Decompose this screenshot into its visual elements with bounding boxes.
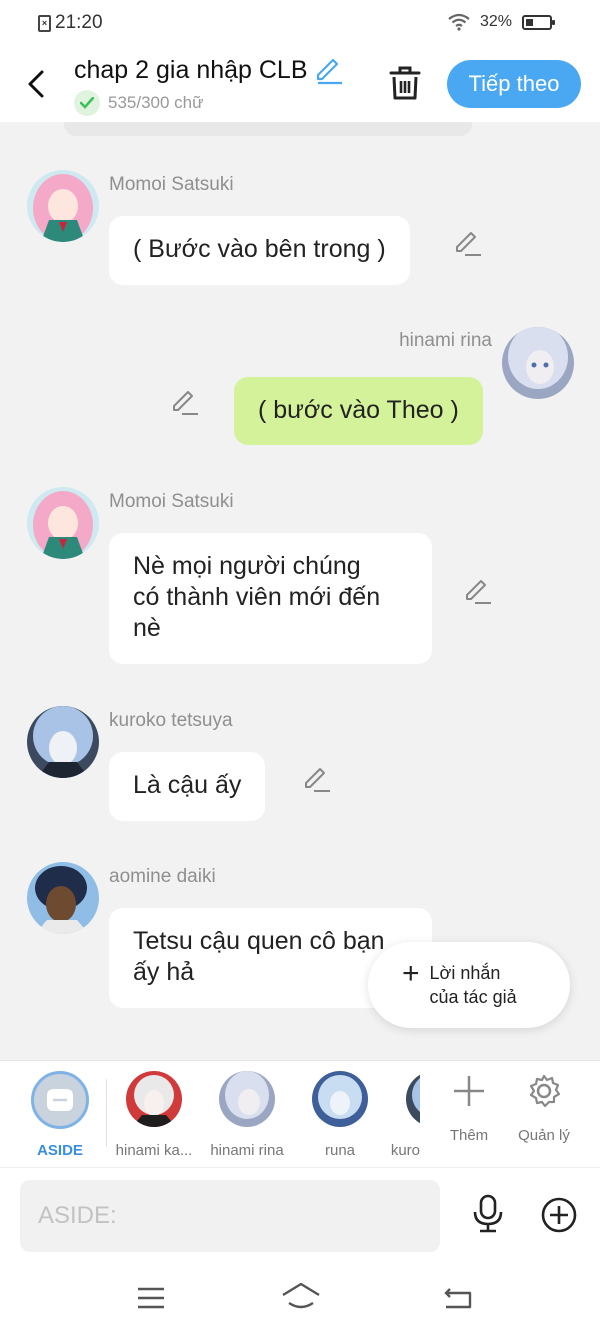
aside-icon (31, 1071, 89, 1129)
character-label: kuro (390, 1142, 420, 1159)
character-hinami-ka[interactable]: hinami ka... (114, 1071, 194, 1159)
sender-name: aomine daiki (109, 866, 216, 887)
battery-icon (522, 14, 555, 30)
chapter-title-row[interactable]: chap 2 gia nhập CLB (74, 56, 344, 85)
message-bubble[interactable]: Nè mọi người chúng có thành viên mới đến… (109, 533, 432, 664)
sender-name: kuroko tetsuya (109, 710, 233, 731)
character-label: hinami ka... (115, 1142, 193, 1159)
character-runa[interactable]: runa (300, 1071, 380, 1159)
status-time: 21:20 (55, 12, 103, 33)
word-count: 535/300 chữ (108, 93, 204, 112)
header: chap 2 gia nhập CLB 535/300 chữ Tiếp the… (0, 48, 600, 122)
character-avatar (126, 1071, 182, 1127)
plus-icon: + (402, 957, 420, 990)
author-note-line: của tác giả (429, 987, 517, 1007)
message-line: có thành viên mới đến (133, 583, 381, 611)
message-line: Nè mọi người chúng (133, 552, 361, 580)
next-button[interactable]: Tiếp theo (447, 60, 581, 108)
plus-icon (454, 1076, 484, 1106)
input-bar (0, 1167, 600, 1265)
avatar-momoi[interactable] (27, 170, 99, 242)
edit-message-icon[interactable] (170, 388, 200, 418)
author-note-button[interactable]: + Lời nhắn của tác giả (368, 942, 570, 1028)
character-hinami-rina[interactable]: hinami rina (207, 1071, 287, 1159)
back-nav-icon[interactable] (442, 1285, 474, 1311)
message-line: nè (133, 614, 161, 642)
sim-icon: × (38, 14, 51, 32)
status-time-group: × 21:20 (38, 12, 103, 34)
manage-button[interactable]: Quản lý (509, 1073, 579, 1144)
sender-name: hinami rina (399, 330, 492, 351)
avatar-aomine[interactable] (27, 862, 99, 934)
character-avatar (219, 1071, 275, 1127)
character-avatar (406, 1071, 420, 1127)
character-label: ASIDE (37, 1142, 83, 1159)
sender-name: Momoi Satsuki (109, 491, 234, 512)
add-label: Thêm (449, 1127, 489, 1144)
status-bar: × 21:20 32% (0, 0, 600, 48)
add-circle-icon[interactable] (540, 1196, 578, 1234)
avatar-kuroko[interactable] (27, 706, 99, 778)
message-bubble[interactable]: ( Bước vào bên trong ) (109, 216, 410, 285)
edit-title-icon[interactable] (314, 57, 344, 85)
avatar-momoi[interactable] (27, 487, 99, 559)
message-bubble[interactable]: Là cậu ấy (109, 752, 266, 821)
avatar-hinami-rina[interactable] (502, 327, 574, 399)
word-count-row: 535/300 chữ (74, 90, 204, 116)
character-aside[interactable]: ASIDE (20, 1071, 100, 1159)
message-line: Tetsu cậu quen cô bạn (133, 927, 385, 955)
home-icon[interactable] (280, 1281, 322, 1313)
wifi-icon (448, 13, 470, 31)
check-icon (74, 90, 100, 116)
message-line: ấy hả (133, 958, 195, 986)
status-right: 32% (448, 13, 555, 31)
sender-name: Momoi Satsuki (109, 174, 234, 195)
author-note-label: Lời nhắn của tác giả (430, 961, 517, 1009)
edit-message-icon[interactable] (453, 229, 483, 259)
divider (106, 1079, 107, 1147)
edit-message-icon[interactable] (463, 577, 493, 607)
trash-icon[interactable] (386, 64, 424, 102)
character-selector: ASIDE hinami ka... hinami rina runa kuro… (0, 1060, 600, 1167)
add-character-button[interactable]: Thêm (434, 1073, 504, 1144)
my-message-bubble[interactable]: ( bước vào Theo ) (234, 377, 483, 445)
character-label: hinami rina (210, 1142, 284, 1159)
message-input[interactable] (20, 1180, 440, 1252)
character-label: runa (324, 1142, 356, 1159)
character-avatar (312, 1071, 368, 1127)
back-arrow-icon[interactable] (22, 64, 52, 104)
chapter-title[interactable]: chap 2 gia nhập CLB (74, 56, 308, 85)
previous-message-edge (64, 122, 472, 136)
edit-message-icon[interactable] (302, 765, 332, 795)
manage-label: Quản lý (518, 1127, 570, 1144)
menu-icon[interactable] (136, 1285, 166, 1311)
author-note-line: Lời nhắn (429, 963, 501, 983)
gear-icon (529, 1074, 561, 1108)
character-kuroko[interactable]: kuro (380, 1071, 420, 1159)
battery-percent: 32% (479, 13, 512, 30)
system-nav-bar (0, 1265, 600, 1333)
microphone-icon[interactable] (470, 1194, 506, 1234)
